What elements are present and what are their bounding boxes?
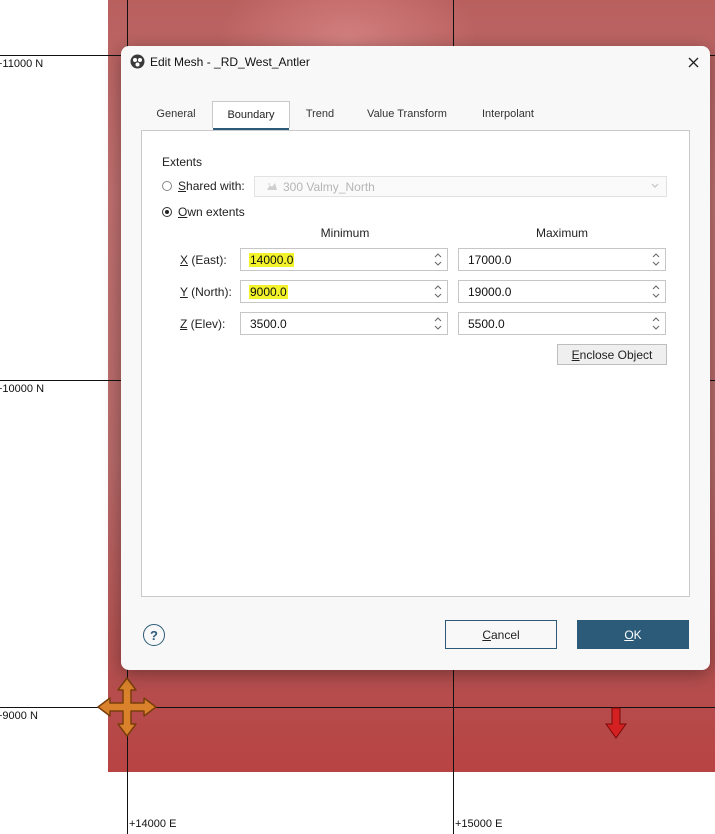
close-icon bbox=[688, 57, 698, 67]
y-north-label: Y (North): bbox=[180, 285, 232, 299]
edit-mesh-dialog: Edit Mesh - _RD_West_Antler General Boun… bbox=[121, 46, 710, 670]
help-button[interactable]: ? bbox=[143, 624, 165, 646]
z-elev-label: Z (Elev): bbox=[180, 317, 226, 331]
shared-with-select[interactable]: 300 Valmy_North bbox=[254, 176, 667, 197]
tab-value-transform[interactable]: Value Transform bbox=[353, 101, 461, 127]
cancel-button[interactable]: Cancel bbox=[445, 620, 557, 649]
z-min-value: 3500.0 bbox=[250, 316, 287, 331]
grid-label-14000e: +14000 E bbox=[129, 818, 177, 830]
spinner-arrows-icon[interactable] bbox=[433, 251, 443, 268]
spinner-arrows-icon[interactable] bbox=[433, 283, 443, 300]
grid-label-11000n: +11000 N bbox=[0, 58, 44, 70]
z-max-value: 5500.0 bbox=[468, 316, 505, 331]
y-max-value: 19000.0 bbox=[468, 284, 512, 299]
spinner-arrows-icon[interactable] bbox=[651, 251, 661, 268]
grid-label-9000n: +9000 N bbox=[0, 710, 38, 722]
own-extents-label: Own extents bbox=[178, 205, 245, 219]
own-extents-radio[interactable]: Own extents bbox=[162, 205, 245, 219]
dialog-title: Edit Mesh - _RD_West_Antler bbox=[150, 55, 310, 69]
shared-with-radio[interactable]: Shared with: bbox=[162, 179, 245, 193]
app-logo-icon bbox=[130, 54, 145, 69]
grid-label-15000e: +15000 E bbox=[455, 818, 503, 830]
x-east-label: X (East): bbox=[180, 253, 227, 267]
z-max-input[interactable]: 5500.0 bbox=[458, 312, 666, 335]
spinner-arrows-icon[interactable] bbox=[651, 315, 661, 332]
extents-heading: Extents bbox=[162, 155, 203, 169]
minimum-column-header: Minimum bbox=[320, 226, 370, 240]
grid-label-10000n: +10000 N bbox=[0, 383, 45, 395]
spinner-arrows-icon[interactable] bbox=[433, 315, 443, 332]
radio-own-extents[interactable] bbox=[162, 207, 172, 217]
ok-button[interactable]: OK bbox=[577, 620, 689, 649]
close-button[interactable] bbox=[682, 51, 704, 73]
tab-trend[interactable]: Trend bbox=[291, 101, 349, 127]
mesh-icon bbox=[267, 182, 277, 190]
tab-boundary[interactable]: Boundary bbox=[212, 101, 290, 130]
down-arrow-handle-icon[interactable] bbox=[604, 706, 628, 740]
chevron-down-icon bbox=[651, 183, 659, 188]
move-handle-icon[interactable] bbox=[96, 676, 158, 738]
radio-shared-with[interactable] bbox=[162, 181, 172, 191]
x-max-value: 17000.0 bbox=[468, 252, 512, 267]
y-min-input[interactable]: 9000.0 bbox=[240, 280, 448, 303]
x-min-value: 14000.0 bbox=[249, 252, 295, 267]
x-min-input[interactable]: 14000.0 bbox=[240, 248, 448, 271]
boundary-panel: Extents Shared with: 300 Valmy_North Own… bbox=[141, 130, 690, 597]
z-min-input[interactable]: 3500.0 bbox=[240, 312, 448, 335]
tab-interpolant[interactable]: Interpolant bbox=[463, 101, 553, 127]
dialog-titlebar[interactable]: Edit Mesh - _RD_West_Antler bbox=[121, 46, 710, 78]
help-icon: ? bbox=[150, 627, 158, 643]
enclose-object-button[interactable]: Enclose Object bbox=[557, 344, 667, 365]
shared-with-label: Shared with: bbox=[178, 179, 245, 193]
maximum-column-header: Maximum bbox=[535, 226, 588, 240]
shared-with-value: 300 Valmy_North bbox=[283, 179, 375, 194]
x-max-input[interactable]: 17000.0 bbox=[458, 248, 666, 271]
y-max-input[interactable]: 19000.0 bbox=[458, 280, 666, 303]
y-min-value: 9000.0 bbox=[249, 284, 288, 299]
spinner-arrows-icon[interactable] bbox=[651, 283, 661, 300]
tab-general[interactable]: General bbox=[141, 101, 211, 127]
